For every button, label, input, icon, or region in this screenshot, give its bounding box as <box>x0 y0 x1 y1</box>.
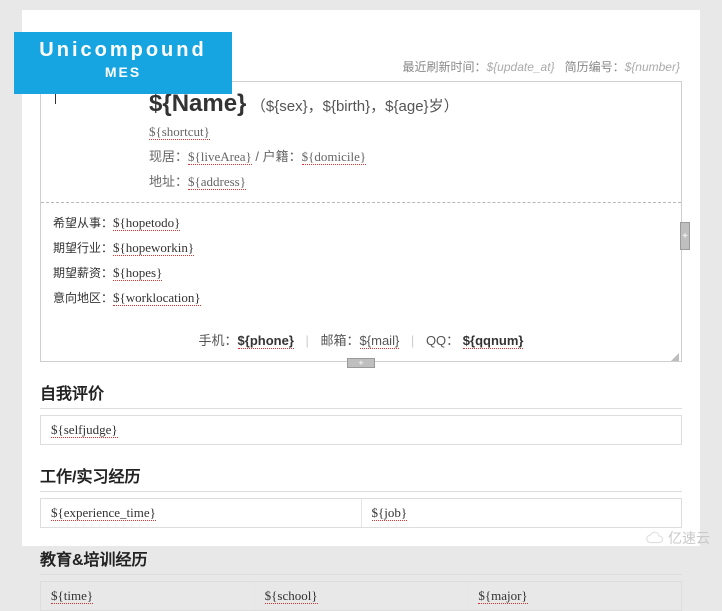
experience-time-cell: ${experience_time} <box>41 499 362 527</box>
expand-right-handle[interactable]: + <box>680 222 690 250</box>
shortcut-row: ${shortcut} <box>149 122 669 143</box>
address-row: 地址：${address} <box>149 172 669 193</box>
resume-no-value: ${number} <box>625 60 680 74</box>
phone-label: 手机： <box>199 333 238 348</box>
selfjudge-cell: ${selfjudge} <box>41 416 681 444</box>
name-sub: （${sex}，${birth}，${age}岁） <box>251 98 459 115</box>
refresh-label: 最近刷新时间： <box>402 60 486 74</box>
brand-line2: MES <box>14 64 232 80</box>
preferences-block: 希望从事：${hopetodo} 期望行业：${hopeworkin} 期望薪资… <box>41 203 681 320</box>
time-cell: ${time} <box>41 582 255 610</box>
hopes-row: 期望薪资：${hopes} <box>53 261 669 286</box>
worklocation-row: 意向地区：${worklocation} <box>53 286 669 311</box>
name-field: ${Name} <box>149 90 246 117</box>
profile-top: ${Name} （${sex}，${birth}，${age}岁） ${shor… <box>41 82 681 203</box>
edu-row[interactable]: ${time} ${school} ${major} <box>40 581 682 611</box>
resize-corner-icon[interactable] <box>671 353 679 361</box>
contact-bar: 手机：${phone} | 邮箱：${mail} | QQ： ${qqnum} <box>41 320 681 361</box>
live-row: 现居：${liveArea} / 户籍：${domicile} <box>149 147 669 168</box>
brand-logo: Unicompound MES <box>14 32 232 94</box>
major-cell: ${major} <box>468 582 681 610</box>
phone-value: ${phone} <box>238 333 294 349</box>
cloud-icon <box>646 531 664 545</box>
separator: | <box>411 333 414 348</box>
school-cell: ${school} <box>255 582 469 610</box>
hopetodo-row: 希望从事：${hopetodo} <box>53 211 669 236</box>
expand-bottom-handle[interactable]: + <box>347 358 375 368</box>
work-row[interactable]: ${experience_time} ${job} <box>40 498 682 528</box>
mail-value: ${mail} <box>360 333 400 349</box>
separator: | <box>306 333 309 348</box>
mail-label: 邮箱： <box>321 333 360 348</box>
refresh-value: ${update_at} <box>487 60 555 74</box>
qq-value: ${qqnum} <box>463 333 524 349</box>
hopeworkin-row: 期望行业：${hopeworkin} <box>53 236 669 261</box>
section-title-work: 工作/实习经历 <box>40 463 682 492</box>
qq-label: QQ： <box>426 333 459 348</box>
job-cell: ${job} <box>362 499 682 527</box>
section-title-selfjudge: 自我评价 <box>40 380 682 409</box>
photo-slot[interactable] <box>41 82 137 202</box>
section-title-edu: 教育&培训经历 <box>40 546 682 575</box>
resume-no-label: 简历编号： <box>565 60 625 74</box>
brand-line1: Unicompound <box>14 39 232 62</box>
info-block: ${Name} （${sex}，${birth}，${age}岁） ${shor… <box>137 82 681 202</box>
profile-box[interactable]: ${Name} （${sex}，${birth}，${age}岁） ${shor… <box>40 81 682 362</box>
watermark-text: 亿速云 <box>668 528 710 548</box>
watermark: 亿速云 <box>646 528 710 548</box>
name-line: ${Name} （${sex}，${birth}，${age}岁） <box>149 90 669 118</box>
selfjudge-row[interactable]: ${selfjudge} <box>40 415 682 445</box>
